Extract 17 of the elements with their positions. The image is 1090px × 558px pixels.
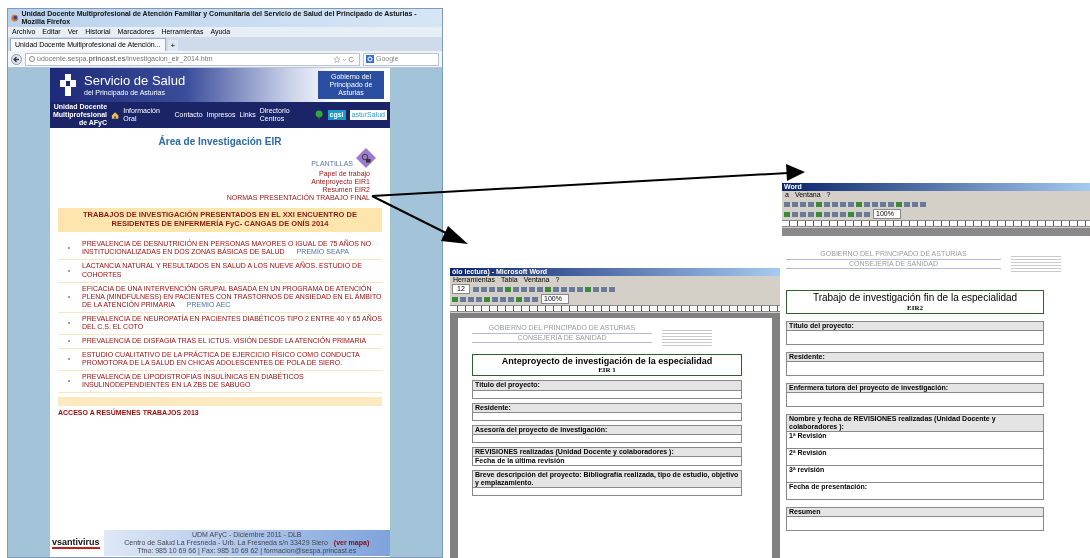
cross-logo-icon (60, 74, 76, 97)
vsantivirus-logo[interactable]: vsantivirus (52, 536, 100, 550)
globe-icon (29, 56, 35, 63)
back-icon[interactable] (11, 53, 22, 65)
site-brand: Servicio de Salud (84, 73, 187, 89)
search-engine-icon (366, 55, 374, 64)
browser-logo-icon (11, 14, 19, 23)
text-lines-drawing (662, 330, 712, 347)
templates-icon[interactable] (356, 147, 376, 168)
document-title: Trabajo de investigación fin de la especialidad (812, 292, 1018, 304)
star-reload-icon[interactable] (334, 55, 356, 63)
text-lines-drawing (1011, 256, 1061, 273)
page-heading: Área de Investigación EIR (157, 136, 283, 148)
tree-icon[interactable] (315, 110, 324, 121)
house-icon[interactable] (111, 110, 120, 120)
document-title: Anteproyecto de investigación de la especialidad (501, 356, 713, 367)
new-tab-button[interactable]: + (167, 40, 179, 52)
